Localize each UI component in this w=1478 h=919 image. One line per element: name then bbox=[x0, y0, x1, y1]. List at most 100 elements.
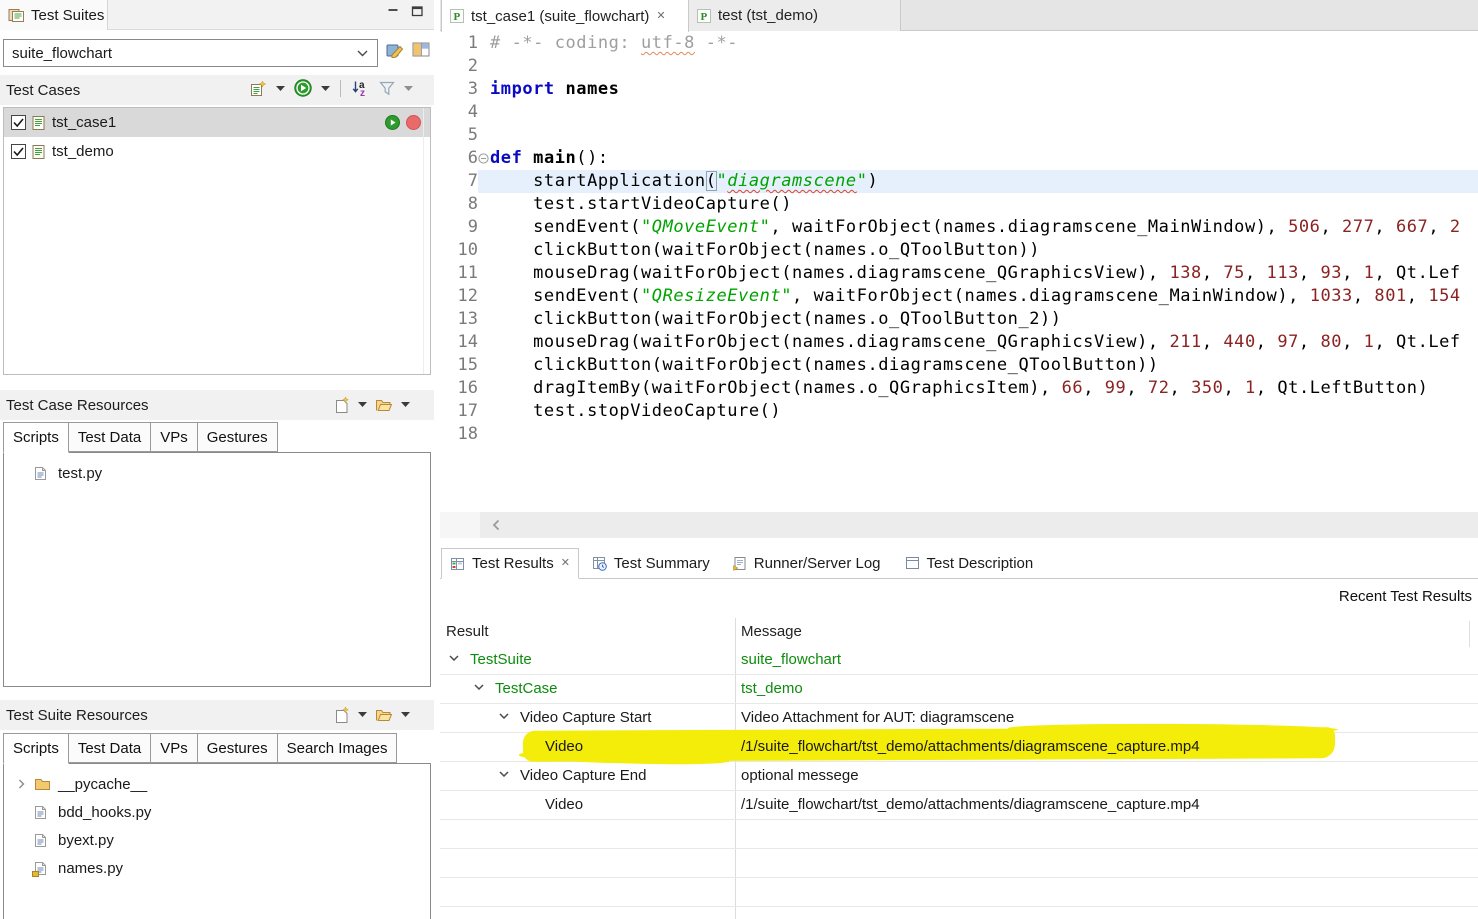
object-map-icon[interactable] bbox=[386, 41, 405, 58]
code-line[interactable]: 1# -*- coding: utf-8 -*- bbox=[440, 32, 1478, 55]
sort-az-icon[interactable]: az bbox=[351, 79, 370, 97]
suite-toolbar bbox=[386, 41, 430, 58]
code-line[interactable]: 3import names bbox=[440, 78, 1478, 101]
line-number: 8 bbox=[440, 193, 478, 216]
open-folder-icon[interactable] bbox=[375, 397, 393, 412]
column-message[interactable]: Message bbox=[741, 623, 802, 640]
recent-test-results-link[interactable]: Recent Test Results bbox=[1339, 588, 1472, 605]
tab-scripts[interactable]: Scripts bbox=[3, 422, 69, 453]
tab-test-suites[interactable]: Test Suites bbox=[0, 0, 108, 30]
resource-item[interactable]: __pycache__ bbox=[4, 770, 430, 798]
tab-label: Runner/Server Log bbox=[754, 555, 881, 572]
tab-test-description[interactable]: Test Description bbox=[897, 548, 1042, 578]
maximize-icon[interactable] bbox=[411, 5, 424, 18]
tab-test-data[interactable]: Test Data bbox=[69, 422, 151, 452]
line-number: 11 bbox=[440, 262, 478, 285]
chevron-right-icon[interactable] bbox=[18, 779, 28, 789]
chevron-down-icon[interactable] bbox=[474, 684, 484, 690]
new-file-icon[interactable] bbox=[334, 396, 350, 413]
dropdown-icon[interactable] bbox=[401, 712, 410, 717]
result-row[interactable]: TestCasetst_demo bbox=[440, 675, 1478, 704]
open-folder-icon[interactable] bbox=[375, 707, 393, 722]
code-line[interactable]: 13 clickButton(waitForObject(names.o_QTo… bbox=[440, 308, 1478, 331]
run-icon[interactable] bbox=[294, 79, 312, 97]
code-line[interactable]: 8 test.startVideoCapture() bbox=[440, 193, 1478, 216]
suite-selector-combo[interactable]: suite_flowchart bbox=[3, 39, 378, 67]
result-row[interactable]: TestSuitesuite_flowchart bbox=[440, 646, 1478, 675]
code-line[interactable]: 4 bbox=[440, 101, 1478, 124]
resource-item[interactable]: test.py bbox=[4, 459, 430, 487]
dropdown-icon[interactable] bbox=[401, 402, 410, 407]
resource-item[interactable]: names.py bbox=[4, 854, 430, 882]
column-result[interactable]: Result bbox=[446, 623, 489, 640]
code-line[interactable]: 2 bbox=[440, 55, 1478, 78]
columns-icon[interactable] bbox=[412, 42, 430, 57]
svg-text:P: P bbox=[454, 11, 461, 23]
code-text: sendEvent("QResizeEvent", waitForObject(… bbox=[490, 285, 1478, 308]
result-row[interactable]: Video Capture Endoptional messege bbox=[440, 762, 1478, 791]
code-line[interactable]: 7 startApplication("diagramscene") bbox=[440, 170, 1478, 193]
tab-test-data[interactable]: Test Data bbox=[69, 733, 151, 763]
code-line[interactable]: 5 bbox=[440, 124, 1478, 147]
minimize-icon[interactable] bbox=[387, 6, 399, 18]
checkbox-checked-icon[interactable] bbox=[11, 115, 26, 130]
chevron-down-icon[interactable] bbox=[449, 655, 459, 661]
tab-test-summary[interactable]: Test Summary bbox=[584, 548, 718, 578]
tab-scripts[interactable]: Scripts bbox=[3, 733, 69, 764]
code-line[interactable]: 12 sendEvent("QResizeEvent", waitForObje… bbox=[440, 285, 1478, 308]
code-line[interactable]: 6def main(): bbox=[440, 147, 1478, 170]
dropdown-gray-icon[interactable] bbox=[404, 86, 413, 91]
code-line[interactable]: 10 clickButton(waitForObject(names.o_QTo… bbox=[440, 239, 1478, 262]
tab-gestures[interactable]: Gestures bbox=[198, 733, 278, 763]
line-number: 15 bbox=[440, 354, 478, 377]
stop-test-icon[interactable] bbox=[406, 115, 421, 130]
test-cases-toolbar: az bbox=[250, 79, 413, 97]
checkbox-checked-icon[interactable] bbox=[11, 144, 26, 159]
svg-text:z: z bbox=[360, 88, 365, 97]
result-row[interactable]: Video/1/suite_flowchart/tst_demo/attachm… bbox=[440, 791, 1478, 820]
fold-minus-icon[interactable] bbox=[478, 147, 490, 170]
chevron-down-icon[interactable] bbox=[499, 771, 509, 777]
code-lines[interactable]: 1# -*- coding: utf-8 -*-23import names45… bbox=[440, 32, 1478, 512]
resource-item[interactable]: byext.py bbox=[4, 826, 430, 854]
code-text: clickButton(waitForObject(names.diagrams… bbox=[490, 354, 1478, 377]
filter-icon[interactable] bbox=[379, 81, 395, 96]
new-file-icon[interactable] bbox=[334, 706, 350, 723]
tab-test-results[interactable]: Test Results ✕ bbox=[441, 548, 579, 579]
close-icon[interactable]: ✕ bbox=[656, 11, 665, 22]
line-number: 5 bbox=[440, 124, 478, 147]
scroll-left-icon[interactable] bbox=[492, 519, 500, 531]
resource-item[interactable]: bdd_hooks.py bbox=[4, 798, 430, 826]
code-line[interactable]: 15 clickButton(waitForObject(names.diagr… bbox=[440, 354, 1478, 377]
tab-search-images[interactable]: Search Images bbox=[278, 733, 398, 763]
code-line[interactable]: 18 bbox=[440, 423, 1478, 446]
chevron-down-icon[interactable] bbox=[499, 713, 509, 719]
run-test-icon[interactable] bbox=[385, 115, 400, 130]
new-test-case-icon[interactable] bbox=[250, 80, 267, 97]
test-case-row[interactable]: tst_case1 bbox=[4, 108, 430, 137]
dropdown-icon[interactable] bbox=[321, 86, 330, 91]
chevron-down-icon[interactable] bbox=[357, 50, 368, 57]
code-text: dragItemBy(waitForObject(names.o_QGraphi… bbox=[490, 377, 1478, 400]
test-results-icon bbox=[450, 556, 465, 571]
editor-tab-test[interactable]: P test (tst_demo) bbox=[689, 0, 901, 31]
dropdown-icon[interactable] bbox=[358, 712, 367, 717]
code-line[interactable]: 14 mouseDrag(waitForObject(names.diagram… bbox=[440, 331, 1478, 354]
dropdown-icon[interactable] bbox=[276, 86, 285, 91]
code-line[interactable]: 11 mouseDrag(waitForObject(names.diagram… bbox=[440, 262, 1478, 285]
editor-tab-tst-case1[interactable]: P tst_case1 (suite_flowchart) ✕ bbox=[441, 0, 689, 32]
tab-runner-server-log[interactable]: Runner/Server Log bbox=[724, 548, 889, 578]
code-text bbox=[490, 423, 1478, 446]
tab-gestures[interactable]: Gestures bbox=[198, 422, 278, 452]
tab-vps[interactable]: VPs bbox=[151, 733, 198, 763]
dropdown-icon[interactable] bbox=[358, 402, 367, 407]
tab-vps[interactable]: VPs bbox=[151, 422, 198, 452]
close-icon[interactable]: ✕ bbox=[561, 558, 570, 569]
horizontal-scrollbar[interactable] bbox=[440, 512, 1478, 538]
code-line[interactable]: 17 test.stopVideoCapture() bbox=[440, 400, 1478, 423]
result-cell: Video bbox=[545, 796, 583, 813]
test-case-row[interactable]: tst_demo bbox=[4, 137, 430, 166]
code-line[interactable]: 16 dragItemBy(waitForObject(names.o_QGra… bbox=[440, 377, 1478, 400]
code-line[interactable]: 9 sendEvent("QMoveEvent", waitForObject(… bbox=[440, 216, 1478, 239]
resource-label: byext.py bbox=[58, 832, 114, 849]
